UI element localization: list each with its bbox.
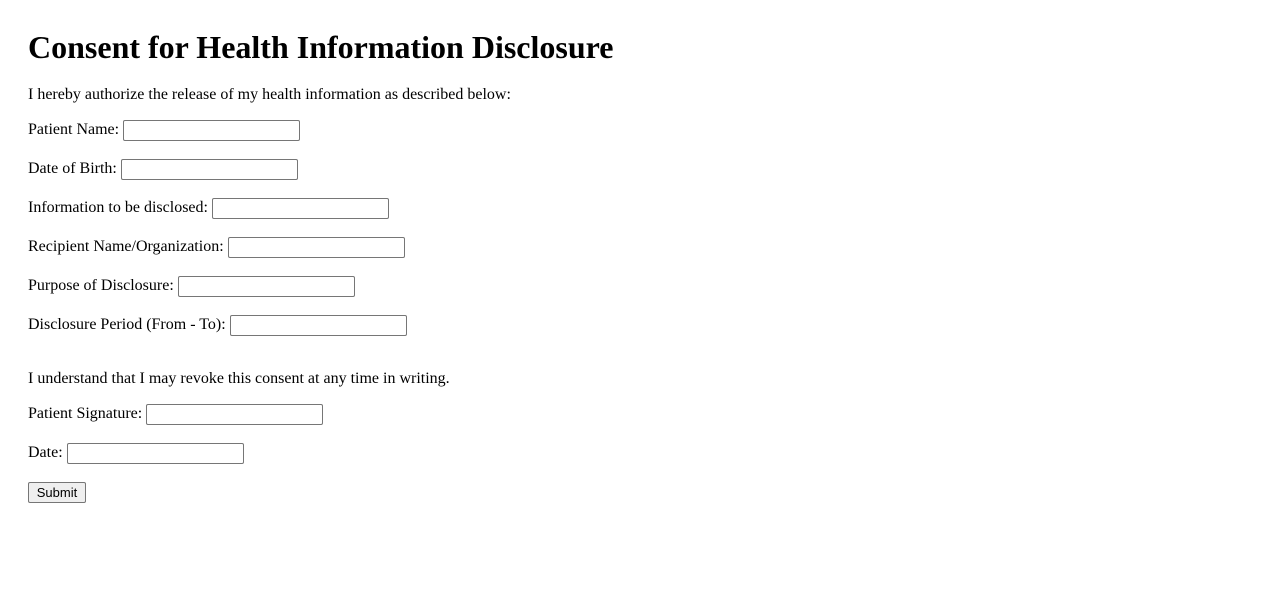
date-of-birth-row: Date of Birth: — [28, 158, 298, 180]
information-disclosed-row: Information to be disclosed: — [28, 197, 389, 219]
date-row: Date: — [28, 442, 244, 464]
submit-button[interactable]: Submit — [28, 482, 86, 503]
information-disclosed-label: Information to be disclosed: — [28, 199, 208, 216]
disclosure-period-label: Disclosure Period (From - To): — [28, 316, 226, 333]
purpose-row: Purpose of Disclosure: — [28, 275, 355, 297]
revoke-text: I understand that I may revoke this cons… — [28, 368, 450, 390]
disclosure-period-row: Disclosure Period (From - To): — [28, 314, 407, 336]
signature-input[interactable] — [146, 403, 324, 425]
date-of-birth-input[interactable] — [120, 158, 298, 180]
patient-name-row: Patient Name: — [28, 119, 301, 141]
patient-name-label: Patient Name: — [28, 121, 120, 138]
recipient-label: Recipient Name/Organization: — [28, 238, 224, 255]
signature-row: Patient Signature: — [28, 403, 324, 425]
purpose-input[interactable] — [177, 275, 355, 297]
patient-name-input[interactable] — [123, 119, 301, 141]
disclosure-period-input[interactable] — [229, 314, 407, 336]
intro-text-label: I hereby authorize the release of my hea… — [28, 86, 511, 103]
purpose-label: Purpose of Disclosure: — [28, 277, 174, 294]
date-label: Date: — [28, 444, 63, 461]
revoke-text-label: I understand that I may revoke this cons… — [28, 370, 450, 387]
information-disclosed-input[interactable] — [211, 197, 389, 219]
page-title: Consent for Health Information Disclosur… — [28, 29, 614, 65]
date-input[interactable] — [66, 442, 244, 464]
signature-label: Patient Signature: — [28, 405, 143, 422]
recipient-row: Recipient Name/Organization: — [28, 236, 405, 258]
intro-text: I hereby authorize the release of my hea… — [28, 84, 511, 106]
date-of-birth-label: Date of Birth: — [28, 160, 117, 177]
recipient-input[interactable] — [227, 236, 405, 258]
